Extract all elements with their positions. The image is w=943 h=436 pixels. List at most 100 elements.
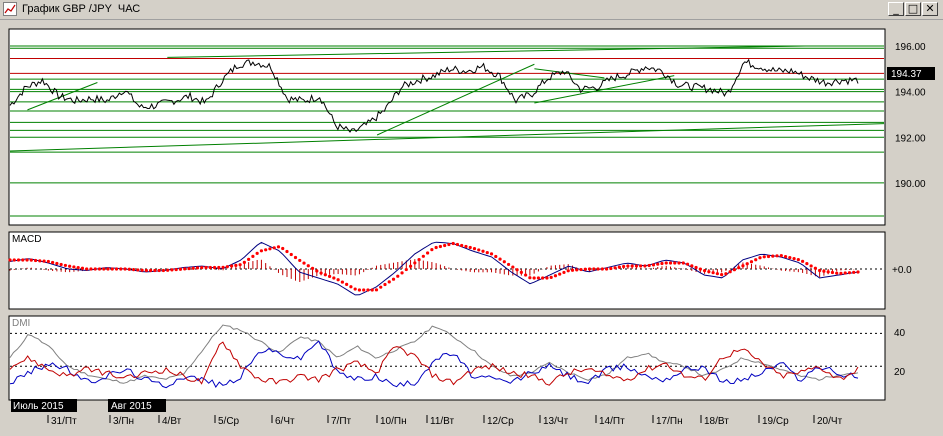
macd-signal-dot [749, 260, 754, 264]
macd-signal-dot [85, 267, 89, 271]
macd-signal-dot [715, 272, 719, 276]
macd-signal-dot [42, 259, 46, 263]
chart-icon [3, 2, 17, 16]
macd-signal-dot [630, 264, 634, 268]
macd-signal-dot [413, 261, 417, 265]
x-axis-day-label: 13/Чт [543, 416, 569, 427]
macd-signal-dot [281, 246, 285, 251]
macd-signal-dot [651, 263, 656, 267]
macd-signal-dot [720, 273, 724, 277]
macd-signal-dot [204, 265, 208, 270]
macd-signal-dot [549, 275, 553, 279]
x-axis-day-label: 18/Вт [704, 416, 729, 427]
macd-signal-dot [110, 267, 114, 271]
macd-signal-dot [724, 272, 728, 276]
macd-signal-dot [131, 268, 136, 272]
macd-signal-dot [8, 258, 12, 262]
macd-signal-dot [106, 267, 110, 271]
macd-signal-dot [68, 264, 72, 268]
macd-signal-dot [396, 274, 400, 278]
macd-signal-dot [234, 263, 238, 267]
macd-signal-dot [93, 267, 97, 271]
macd-signal-dot [187, 266, 191, 271]
macd-signal-dot [221, 265, 225, 269]
macd-signal-dot [276, 245, 281, 249]
macd-signal-dot [178, 267, 183, 271]
macd-signal-dot [200, 265, 204, 270]
macd-signal-dot [451, 241, 455, 246]
macd-signal-dot [839, 271, 843, 275]
macd-signal-dot [268, 247, 272, 251]
price-tick-label: 196.00 [895, 42, 926, 53]
x-axis-day-label: 5/Ср [218, 416, 240, 427]
macd-signal-dot [63, 263, 67, 268]
macd-signal-dot [217, 265, 221, 270]
macd-signal-dot [55, 261, 59, 266]
macd-signal-dot [489, 252, 494, 256]
macd-signal-dot [247, 257, 251, 261]
macd-signal-dot [302, 261, 306, 265]
x-axis-day-label: 31/Пт [51, 416, 77, 427]
window-title: График GBP /JPY ЧАС [22, 3, 141, 15]
macd-signal-dot [519, 270, 523, 274]
macd-signal-dot [502, 260, 506, 264]
macd-signal-dot [59, 262, 63, 267]
macd-signal-dot [634, 264, 639, 268]
x-axis-day-label: 6/Чт [275, 416, 295, 427]
macd-signal-dot [349, 285, 353, 289]
macd-signal-dot [813, 266, 817, 270]
macd-signal-dot [434, 245, 438, 250]
macd-signal-dot [370, 288, 374, 292]
macd-signal-dot [379, 285, 383, 289]
macd-signal-dot [617, 265, 621, 269]
x-axis-day-label: 7/Пт [331, 416, 352, 427]
dmi-tick-40: 40 [894, 328, 906, 339]
macd-signal-dot [183, 267, 187, 271]
macd-signal-dot [327, 274, 332, 278]
macd-signal-dot [809, 264, 813, 268]
macd-signal-dot [174, 267, 178, 272]
macd-signal-dot [12, 258, 16, 262]
macd-signal-dot [664, 261, 668, 265]
macd-signal-dot [323, 273, 327, 277]
chart-area[interactable]: 190.00 192.00 194.00 196.00 31/Пт 3/Пн 4/Вт 5/… [0, 19, 943, 436]
macd-signal-dot [319, 271, 323, 275]
x-axis-day-label: 3/Пн [113, 416, 134, 427]
macd-signal-dot [741, 264, 745, 268]
macd-signal-dot [575, 268, 579, 272]
dmi-tick-20: 20 [894, 367, 906, 378]
minimize-button[interactable]: _ [888, 2, 904, 16]
macd-signal-dot [272, 246, 276, 250]
macd-signal-dot [102, 267, 106, 271]
macd-signal-dot [758, 256, 762, 260]
macd-signal-dot [668, 261, 673, 265]
macd-signal-dot [643, 264, 647, 268]
x-axis-day-label: 17/Пн [656, 416, 683, 427]
macd-signal-dot [136, 268, 140, 272]
macd-signal-dot [524, 273, 528, 277]
macd-signal-dot [494, 254, 498, 259]
macd-panel[interactable] [8, 231, 886, 310]
macd-signal-dot [72, 265, 76, 269]
macd-signal-dot [123, 267, 127, 271]
macd-signal-dot [541, 276, 545, 280]
macd-signal-dot [498, 257, 502, 261]
macd-signal-dot [212, 265, 217, 270]
macd-signal-dot [570, 268, 575, 272]
close-button[interactable]: ✕ [922, 2, 938, 16]
dmi-panel[interactable] [8, 315, 886, 401]
macd-signal-dot [46, 259, 50, 264]
macd-signal-dot [660, 261, 664, 266]
macd-signal-dot [856, 270, 860, 274]
macd-signal-dot [16, 258, 21, 262]
macd-signal-dot [596, 267, 600, 271]
maximize-button[interactable]: □ [905, 2, 921, 16]
macd-signal-dot [685, 262, 690, 266]
macd-signal-dot [536, 276, 541, 280]
macd-signal-dot [383, 282, 387, 287]
macd-signal-dot [336, 278, 340, 282]
macd-title: MACD [12, 234, 41, 245]
macd-signal-dot [170, 268, 174, 272]
macd-signal-dot [21, 258, 25, 262]
macd-signal-dot [464, 244, 468, 249]
